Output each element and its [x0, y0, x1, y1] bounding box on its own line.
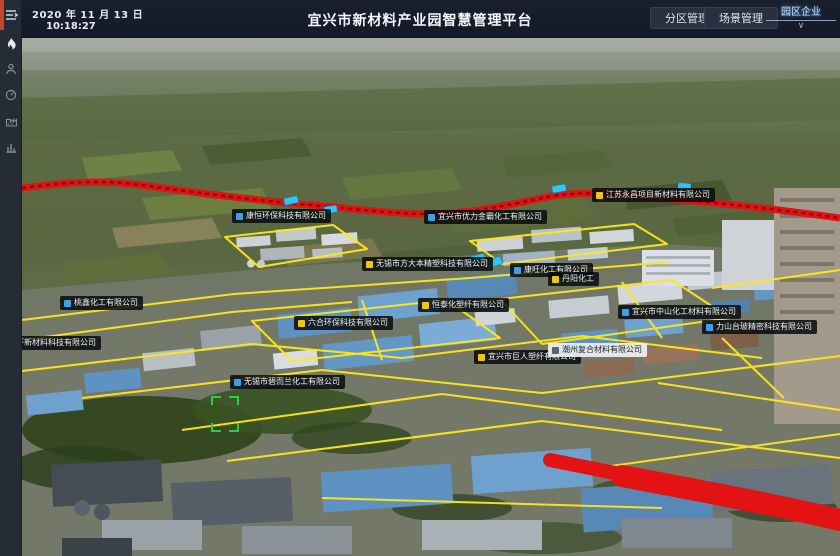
user-icon[interactable]	[0, 58, 22, 80]
fire-icon[interactable]	[0, 32, 22, 54]
terrain-layer	[22, 38, 840, 556]
company-label-text: 潮州复合材料有限公司	[562, 346, 642, 354]
company-yellow-icon	[552, 276, 559, 283]
company-label[interactable]: 康恒环保科技有限公司	[232, 209, 331, 223]
company-blue-icon	[514, 267, 521, 274]
company-label[interactable]: 江苏永昌项目新材料有限公司	[592, 188, 715, 202]
company-label[interactable]: 丹阳化工	[548, 272, 599, 286]
top-bar: 2020 年 11 月 13 日 10:18:27 宜兴市新材料产业园智慧管理平…	[0, 0, 840, 38]
company-label-text: 力山台玻精密科技有限公司	[716, 323, 812, 331]
company-blue-icon	[234, 379, 241, 386]
park-enterprise-dropdown[interactable]: 园区企业 ∨	[766, 3, 836, 33]
dropdown-label: 园区企业	[766, 3, 836, 21]
company-label-text: 无锡市碧而兰化工有限公司	[244, 378, 340, 386]
menu-icon[interactable]	[0, 4, 22, 26]
company-label-text: 恒泰化塑纤有限公司	[432, 301, 504, 309]
company-yellow-icon	[596, 192, 603, 199]
map-canvas-3d[interactable]: 康恒环保科技有限公司 宜兴市优力金霸化工有限公司 江苏永昌项目新材料有限公司 无…	[22, 38, 840, 556]
company-label[interactable]: 六合环保科技有限公司	[294, 316, 393, 330]
company-label-text: 桃鑫化工有限公司	[74, 299, 138, 307]
company-blue-icon	[428, 214, 435, 221]
company-label-text: 宜兴市中山化工材料有限公司	[632, 308, 736, 316]
horizon-haze2	[22, 50, 840, 70]
left-toolbar	[0, 0, 22, 556]
horizon-haze	[22, 38, 840, 52]
company-label-text: 无锡市方大本精塑科技有限公司	[376, 260, 488, 268]
company-yellow-icon	[478, 354, 485, 361]
company-blue-icon	[64, 300, 71, 307]
factory-icon[interactable]	[0, 110, 22, 132]
company-blue-icon	[236, 213, 243, 220]
company-label[interactable]: 潮州复合材料有限公司	[548, 343, 647, 357]
company-label[interactable]: 恒泰化塑纤有限公司	[418, 298, 509, 312]
chevron-down-icon: ∨	[766, 21, 836, 31]
company-label[interactable]: 宜兴市中山化工材料有限公司	[618, 305, 741, 319]
bar-chart-icon[interactable]	[0, 136, 22, 158]
company-label[interactable]: 宜兴市优力金霸化工有限公司	[424, 210, 547, 224]
company-blue-icon	[706, 324, 713, 331]
company-label[interactable]: 力山台玻精密科技有限公司	[702, 320, 817, 334]
company-label-text: 宜兴市优力金霸化工有限公司	[438, 213, 542, 221]
company-label[interactable]: 无锡市碧而兰化工有限公司	[230, 375, 345, 389]
company-label-text: 江苏永昌项目新材料有限公司	[606, 191, 710, 199]
company-yellow-icon	[422, 302, 429, 309]
company-white-icon	[552, 347, 559, 354]
company-yellow-icon	[366, 261, 373, 268]
company-label[interactable]: 桃鑫化工有限公司	[60, 296, 143, 310]
company-label-text: 康恒环保科技有限公司	[246, 212, 326, 220]
company-label[interactable]: 宜兴市鹏环新材料科技有限公司	[22, 336, 101, 350]
company-label-text: 宜兴市鹏环新材料科技有限公司	[22, 339, 96, 347]
company-label-text: 六合环保科技有限公司	[308, 319, 388, 327]
company-label[interactable]: 无锡市方大本精塑科技有限公司	[362, 257, 493, 271]
smart-park-platform: 2020 年 11 月 13 日 10:18:27 宜兴市新材料产业园智慧管理平…	[0, 0, 840, 556]
gauge-icon[interactable]	[0, 84, 22, 106]
company-yellow-icon	[298, 320, 305, 327]
company-blue-icon	[622, 309, 629, 316]
company-label-text: 丹阳化工	[562, 275, 594, 283]
